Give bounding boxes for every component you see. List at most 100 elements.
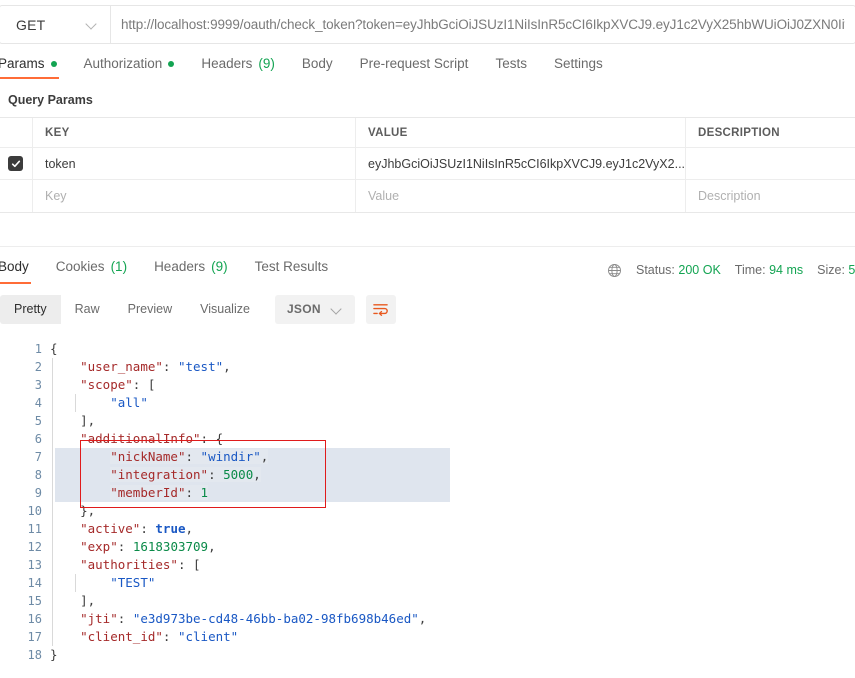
- tab-label: Body: [301, 56, 333, 71]
- size-label: Size: 53: [817, 263, 855, 277]
- code-line[interactable]: "jti": "e3d973be-cd48-46bb-ba02-98fb698b…: [50, 610, 426, 628]
- response-body-editor[interactable]: 1{2 "user_name": "test", 3 "scope": [4 "a…: [0, 333, 855, 678]
- row-checkbox-cell[interactable]: [0, 148, 33, 179]
- status-value: 200 OK: [678, 263, 721, 277]
- tab-headers[interactable]: Headers (9): [201, 56, 275, 79]
- response-tab-body[interactable]: Body: [0, 256, 31, 284]
- code-token: "additionalInfo": [80, 431, 201, 446]
- code-line[interactable]: {: [50, 340, 58, 358]
- param-value-input[interactable]: eyJhbGciOiJSUzI1NiIsInR5cCI6IkpXVCJ9.eyJ…: [356, 148, 686, 179]
- code-token: "scope": [80, 377, 133, 392]
- code-line[interactable]: ],: [50, 412, 95, 430]
- code-token: "all": [110, 395, 148, 410]
- code-token: ,: [418, 611, 427, 626]
- response-tab-cookies[interactable]: Cookies (1): [56, 256, 127, 284]
- code-line[interactable]: "authorities": [: [50, 556, 201, 574]
- code-line[interactable]: }: [50, 646, 58, 664]
- code-token: "nickName": [110, 449, 186, 464]
- code-token: :: [117, 611, 133, 626]
- chevron-down-icon: [332, 304, 343, 315]
- code-line[interactable]: "scope": [: [50, 376, 155, 394]
- code-line[interactable]: "additionalInfo": {: [50, 430, 223, 448]
- code-token: "exp": [80, 539, 118, 554]
- tab-settings[interactable]: Settings: [554, 56, 603, 79]
- postman-window: GET http://localhost:9999/oauth/check_to…: [0, 0, 855, 678]
- response-tab-bar: Body Cookies (1) Headers (9) Test Results: [0, 256, 560, 284]
- new-param-value-input[interactable]: Value: [356, 180, 686, 212]
- code-token: "integration": [110, 467, 209, 482]
- tab-body[interactable]: Body: [302, 56, 333, 79]
- code-line[interactable]: "exp": 1618303709,: [50, 538, 216, 556]
- code-token: "jti": [80, 611, 118, 626]
- code-line[interactable]: "all": [50, 394, 148, 412]
- header-cell-check: [0, 118, 33, 147]
- code-line[interactable]: "nickName": "windir",: [50, 448, 269, 466]
- code-line[interactable]: "memberId": 1: [50, 484, 209, 502]
- tab-count: (1): [110, 258, 128, 274]
- table-row-placeholder[interactable]: Key Value Description: [0, 180, 855, 212]
- response-tab-test-results[interactable]: Test Results: [255, 256, 329, 284]
- code-token: "windir": [200, 449, 261, 464]
- code-token: :: [185, 449, 201, 464]
- body-toolbar: Pretty Raw Preview Visualize JSON: [0, 294, 855, 324]
- param-key-input[interactable]: token: [33, 148, 356, 179]
- view-mode-visualize[interactable]: Visualize: [186, 294, 264, 324]
- code-token: :: [117, 539, 133, 554]
- response-tab-headers[interactable]: Headers (9): [154, 256, 228, 284]
- code-line[interactable]: "client_id": "client": [50, 628, 238, 646]
- http-method-selector[interactable]: GET: [0, 5, 110, 44]
- code-token: },: [50, 503, 96, 518]
- code-line[interactable]: "active": true,: [50, 520, 193, 538]
- view-mode-pretty[interactable]: Pretty: [0, 294, 61, 324]
- http-method-label: GET: [16, 16, 46, 33]
- language-selector[interactable]: JSON: [274, 294, 355, 324]
- line-number: 2: [34, 360, 42, 374]
- table-header-row: KEY VALUE DESCRIPTION: [0, 118, 855, 148]
- code-line[interactable]: "integration": 5000,: [50, 466, 261, 484]
- tab-params[interactable]: Params: [0, 56, 59, 79]
- code-line[interactable]: },: [50, 502, 95, 520]
- tab-label: Body: [0, 258, 29, 274]
- line-number: 10: [27, 504, 42, 518]
- tab-authorization[interactable]: Authorization: [84, 56, 175, 79]
- view-mode-raw[interactable]: Raw: [60, 294, 114, 324]
- line-number: 18: [27, 648, 42, 662]
- param-description-input[interactable]: [686, 148, 855, 179]
- view-mode-preview[interactable]: Preview: [113, 294, 187, 324]
- time-label: Time: 94 ms: [734, 263, 804, 277]
- response-divider: [0, 246, 855, 247]
- checkbox-checked-icon[interactable]: [8, 156, 23, 171]
- tab-pre-request-script[interactable]: Pre-request Script: [360, 56, 469, 79]
- line-number: 4: [34, 396, 42, 410]
- modified-dot-icon: [50, 60, 57, 67]
- table-row[interactable]: token eyJhbGciOiJSUzI1NiIsInR5cCI6IkpXVC…: [0, 148, 855, 180]
- size-value: 53: [848, 263, 855, 277]
- code-line[interactable]: ],: [50, 592, 95, 610]
- tab-tests[interactable]: Tests: [495, 56, 527, 79]
- code-token: }: [50, 647, 58, 662]
- line-number: 7: [34, 450, 42, 464]
- line-number: 15: [27, 594, 42, 608]
- new-param-key-input[interactable]: Key: [33, 180, 356, 212]
- new-param-description-input[interactable]: Description: [686, 180, 855, 212]
- tab-label: Headers: [201, 56, 253, 71]
- placeholder-checkbox-cell[interactable]: [0, 180, 33, 212]
- code-token: :: [140, 521, 156, 536]
- code-token: : [: [177, 557, 201, 572]
- code-line[interactable]: "TEST": [50, 574, 155, 592]
- code-token: "user_name": [80, 359, 163, 374]
- code-token: :: [162, 359, 178, 374]
- url-input[interactable]: http://localhost:9999/oauth/check_token?…: [110, 5, 855, 44]
- code-token: "memberId": [110, 485, 186, 500]
- tab-label: Settings: [553, 56, 603, 71]
- tab-label: Tests: [495, 56, 527, 71]
- code-line[interactable]: "user_name": "test",: [50, 358, 231, 376]
- line-number: 9: [34, 486, 42, 500]
- globe-icon: [608, 263, 621, 277]
- request-tab-bar: Params Authorization Headers (9) Body Pre-req…: [0, 56, 855, 84]
- wrap-lines-button[interactable]: [365, 294, 396, 324]
